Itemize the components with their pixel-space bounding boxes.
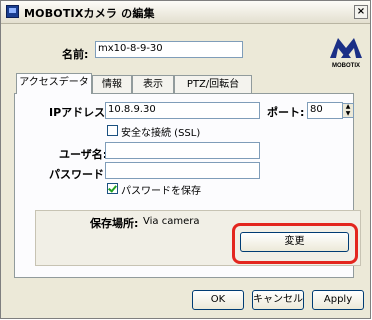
username-label: ユーザ名: [59, 148, 108, 161]
save-password-checkbox[interactable] [107, 183, 118, 194]
port-spinner[interactable]: ▲ ▼ [342, 103, 354, 118]
app-icon [6, 5, 19, 18]
highlight-annotation [232, 223, 358, 264]
apply-button[interactable]: Apply [312, 290, 364, 310]
cancel-button[interactable]: キャンセル [252, 290, 304, 310]
ip-address-input[interactable]: 10.8.9.30 [105, 102, 260, 119]
tab-access-data[interactable]: アクセスデータ [16, 73, 92, 94]
window-title: MOBOTIXカメラ の編集 [24, 7, 155, 20]
logo-text: MOBOTIX [332, 63, 360, 69]
name-label: 名前: [62, 48, 89, 61]
tab-display[interactable]: 表示 [132, 75, 174, 94]
password-input[interactable] [105, 162, 260, 179]
mobotix-logo: MOBOTIX [327, 32, 365, 70]
port-label: ポート: [267, 106, 305, 119]
edit-camera-dialog: MOBOTIXカメラ の編集 × 名前: mx10-8-9-30 MOBOTIX… [0, 0, 371, 319]
name-input[interactable]: mx10-8-9-30 [95, 41, 243, 58]
ok-button[interactable]: OK [192, 290, 244, 310]
close-button[interactable]: × [354, 5, 368, 19]
save-password-label: パスワードを保存 [121, 186, 201, 197]
username-input[interactable] [105, 142, 260, 159]
tab-ptz[interactable]: PTZ/回転台 [174, 75, 252, 94]
ssl-label: 安全な接続 (SSL) [121, 128, 201, 139]
storage-value: Via camera [143, 216, 200, 227]
spin-down-icon[interactable]: ▼ [343, 111, 353, 117]
title-bar: MOBOTIXカメラ の編集 × [1, 1, 370, 24]
password-label: パスワード: [49, 168, 109, 181]
ssl-checkbox[interactable] [107, 125, 118, 136]
tab-info[interactable]: 情報 [92, 75, 132, 94]
storage-label: 保存場所: [90, 217, 139, 230]
ip-address-label: IPアドレス: [49, 106, 110, 119]
port-input[interactable]: 80 [307, 102, 343, 119]
